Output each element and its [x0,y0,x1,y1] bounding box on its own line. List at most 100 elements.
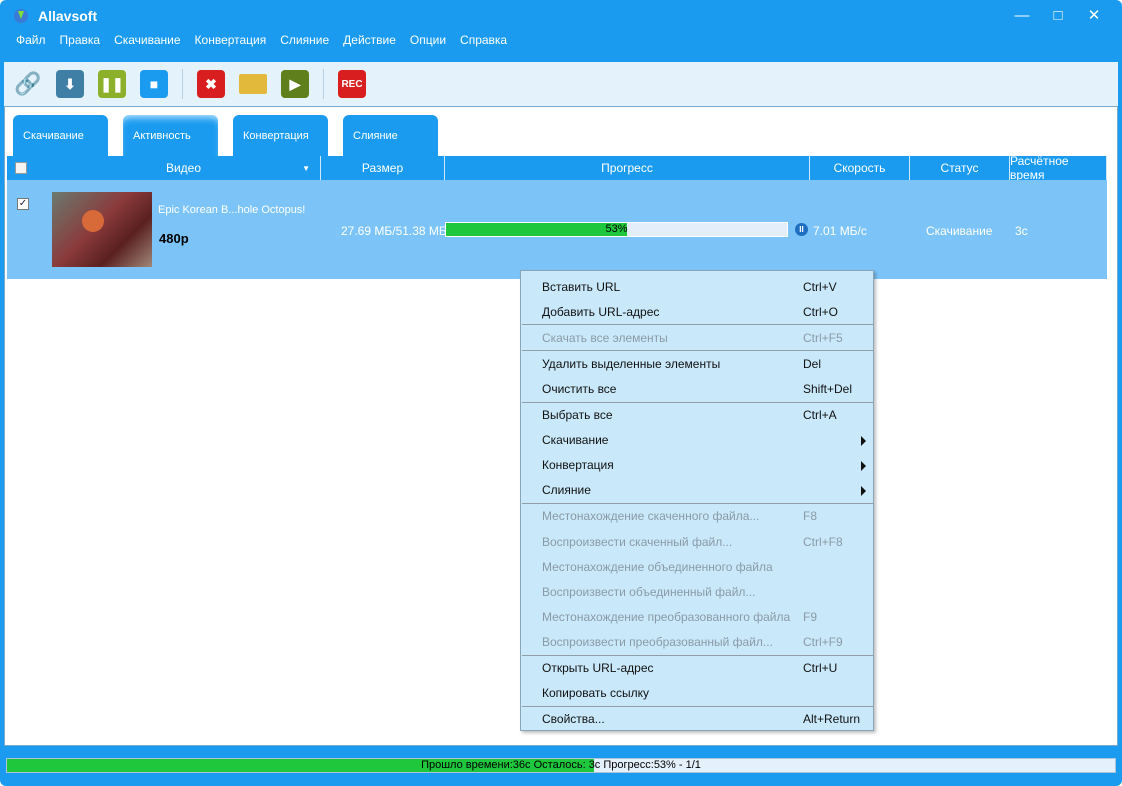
pause-button[interactable]: ❚❚ [98,70,126,98]
menu-item-shortcut: Ctrl+U [803,661,838,675]
play-button[interactable]: ▶ [281,70,309,98]
stop-button[interactable]: ■ [140,70,168,98]
context-menu-item[interactable]: Конвертация [521,453,873,478]
col-progress[interactable]: Прогресс [445,156,810,180]
speed: 7.01 МБ/с [813,224,867,238]
context-menu-item[interactable]: Удалить выделенные элементы Del [521,351,873,376]
context-menu-item: Воспроизвести объединенный файл... [521,579,873,604]
context-menu-item[interactable]: Открыть URL-адрес Ctrl+U [521,656,873,681]
col-status[interactable]: Статус [910,156,1010,180]
menu-item-shortcut: Del [803,356,822,371]
context-menu-item[interactable]: Копировать ссылку [521,681,873,706]
context-menu-item[interactable]: Скачивание [521,428,873,453]
sort-arrow-icon: ▼ [302,163,310,173]
menu-item-label: Местонахождение объединенного файла [542,559,773,574]
folder-button[interactable] [239,70,267,98]
table-row[interactable]: ✓ Epic Korean B...hole Octopus! 480p 27.… [7,180,1107,279]
pause-icon: ❚❚ [100,75,124,92]
add-link-icon: 🔗 [14,71,42,96]
context-menu-item[interactable]: Свойства... Alt+Return [521,707,873,732]
menu-item[interactable]: Опции [403,33,453,47]
download-icon: ⬇ [64,75,76,92]
menu-item[interactable]: Файл [9,33,53,47]
menu-item-shortcut: Ctrl+F5 [803,330,843,345]
context-menu-item[interactable]: Выбрать все Ctrl+A [521,403,873,428]
tab-3[interactable]: Слияние [343,115,438,157]
context-menu-item: Скачать все элементы Ctrl+F5 [521,325,873,350]
context-menu-item[interactable]: Очистить все Shift+Del [521,376,873,401]
menu-item[interactable]: Скачивание [107,33,187,47]
toolbar-separator [182,69,183,99]
context-menu-item: Местонахождение преобразованного файла F9 [521,604,873,629]
tab-0[interactable]: Скачивание [13,115,108,157]
menu-item-label: Местонахождение преобразованного файла [542,609,791,624]
tab-1[interactable]: Активность [123,115,218,157]
video-thumbnail [52,192,152,267]
col-video[interactable]: Видео ▼ [47,156,321,180]
menu-item[interactable]: Слияние [273,33,336,47]
table-header: Видео ▼ Размер Прогресс Скорость Статус Р… [7,154,1107,182]
context-menu-item: Местонахождение объединенного файла [521,554,873,579]
menu-item-label: Копировать ссылку [542,686,649,701]
stop-icon: ■ [149,76,159,92]
menu-item-label: Свойства... [542,712,605,727]
menu-item-label: Вставить URL [542,279,621,294]
menu-item[interactable]: Действие [336,33,403,47]
minimize-button[interactable]: — [1004,4,1040,26]
context-menu-item[interactable]: Добавить URL-адрес Ctrl+O [521,299,873,324]
rec-label: REC [341,78,363,90]
menu-item-label: Скачивание [542,433,609,448]
submenu-arrow-icon [861,435,866,446]
menu-item-shortcut: Ctrl+A [803,408,837,422]
select-all-checkbox[interactable] [15,162,27,174]
context-menu-item: Воспроизвести скаченный файл... Ctrl+F8 [521,529,873,554]
context-menu-item: Местонахождение скаченного файла... F8 [521,504,873,529]
menu-item-label: Удалить выделенные элементы [542,356,721,371]
menu-item[interactable]: Справка [453,33,514,47]
menu-item-label: Слияние [542,483,591,498]
select-all-checkbox-cell [7,156,47,180]
context-menu-item[interactable]: Слияние [521,478,873,503]
menu-item-label: Выбрать все [542,408,613,422]
col-eta[interactable]: Расчётное время [1010,154,1107,182]
status: Скачивание [926,224,993,238]
menu-item[interactable]: Правка [53,33,108,47]
video-quality: 480p [159,231,189,246]
col-size[interactable]: Размер [321,156,445,180]
menu-item[interactable]: Конвертация [188,33,274,47]
row-checkbox[interactable]: ✓ [17,198,29,210]
status-progress-bar: Прошло времени:36с Осталось: 3с Прогресс… [6,758,1116,773]
context-menu: Вставить URL Ctrl+V Добавить URL-адрес Ctrl… [520,270,874,731]
col-speed[interactable]: Скорость [810,156,910,180]
app-logo-icon [14,9,28,23]
menu-item-shortcut: Ctrl+O [803,304,839,319]
menu-item-label: Открыть URL-адрес [542,661,654,675]
menu-item-shortcut: F8 [803,509,818,524]
menu-item-label: Конвертация [542,458,614,473]
download-button[interactable]: ⬇ [56,70,84,98]
context-menu-item: Воспроизвести преобразованный файл... Ctr… [521,629,873,654]
tab-2[interactable]: Конвертация [233,115,328,157]
pause-icon[interactable]: II [795,223,808,236]
menu-item-shortcut: Ctrl+F9 [803,634,843,649]
menu-item-shortcut: F9 [803,609,818,624]
menu-item-label: Воспроизвести преобразованный файл... [542,634,773,649]
close-button[interactable]: ✕ [1076,4,1112,26]
menu-item-label: Местонахождение скаченного файла... [542,509,760,524]
row-progress-bar: 53% [445,222,788,237]
menu-bar: Файл Правка Скачивание Конвертация Слияние Де… [9,33,514,47]
col-label: Видео [165,161,202,175]
add-link-button[interactable]: 🔗 [14,70,42,98]
menu-item-shortcut: Shift+Del [803,381,853,396]
menu-item-label: Скачать все элементы [542,330,668,345]
status-text: Прошло времени:36с Осталось: 3с Прогресс… [421,759,701,771]
context-menu-item[interactable]: Вставить URL Ctrl+V [521,274,873,299]
menu-item-shortcut: Alt+Return [803,712,861,727]
rec-button[interactable]: REC [338,70,366,98]
delete-icon: ✖ [205,75,217,92]
toolbar: 🔗 ⬇ ❚❚ ■ ✖ ▶ REC [4,62,1118,106]
delete-button[interactable]: ✖ [197,70,225,98]
maximize-button[interactable]: □ [1040,4,1076,26]
menu-item-shortcut: Ctrl+F8 [803,534,843,549]
video-title: Epic Korean B...hole Octopus! [158,204,306,216]
